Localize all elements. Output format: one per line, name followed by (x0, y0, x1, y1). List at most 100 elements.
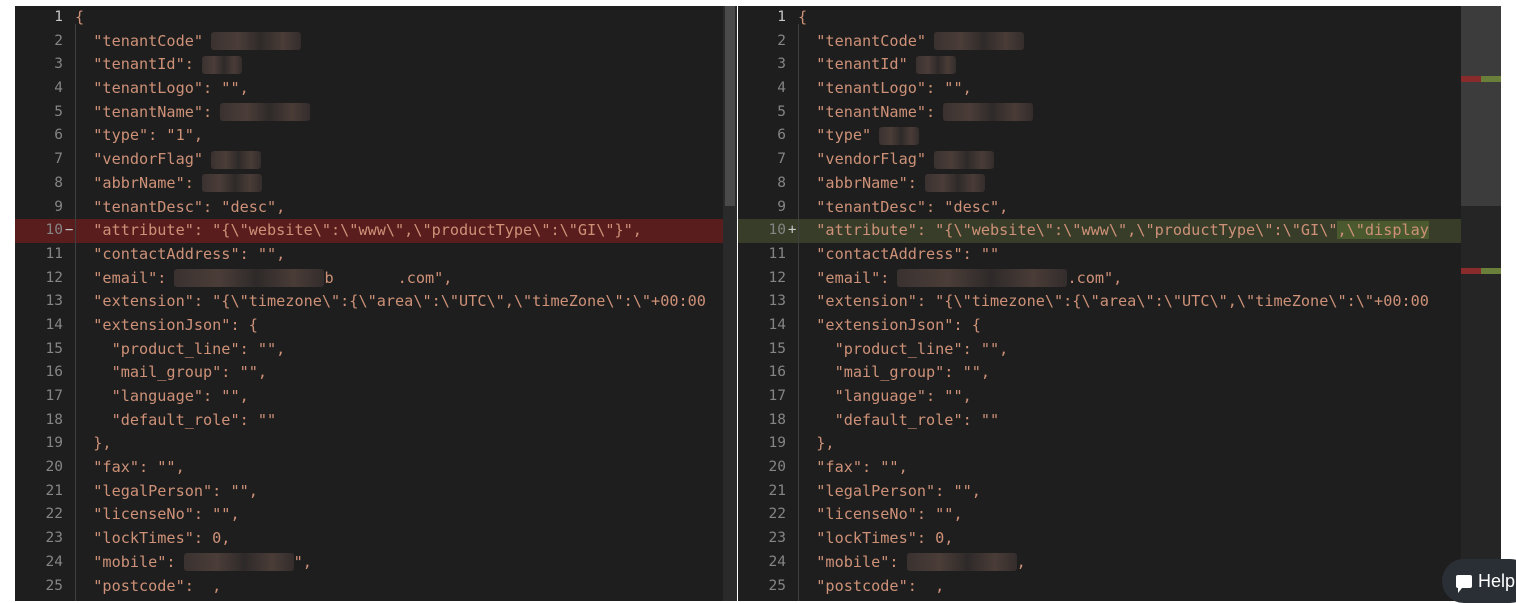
code-text: "postcode": , (798, 575, 944, 599)
line-number: 21 (768, 482, 786, 499)
redacted-value (211, 32, 302, 51)
code-content-tail: , (1016, 552, 1026, 571)
line-number: 11 (45, 245, 63, 262)
redacted-value (183, 553, 294, 572)
line-number: 17 (45, 388, 63, 404)
line-number: 3 (777, 56, 786, 73)
right-diff-pane[interactable]: 1{2 "tenantCode" 3 "tenantId" 4 "tenantLog… (738, 6, 1501, 601)
overview-removed-mark (1461, 76, 1481, 82)
line-number: 11 (768, 245, 786, 262)
diff-overview-ruler[interactable] (1461, 6, 1501, 601)
code-line: 11 "contactAddress": "", (15, 243, 737, 267)
line-number: 8 (54, 174, 63, 191)
code-line: 4 "tenantLogo": "", (738, 77, 1501, 101)
code-line: 5 "tenantName": (15, 101, 737, 125)
code-line: 23 "lockTimes": 0, (15, 527, 737, 551)
code-line: 22 "licenseNo": "", (738, 503, 1501, 527)
code-content: "licenseNo": "", (75, 505, 240, 524)
code-content: "attribute": "{\"website\":\"www\",\"pro… (798, 221, 1338, 240)
left-scrollbar[interactable] (723, 6, 737, 601)
code-text: "tenantDesc": "desc", (75, 196, 285, 220)
redacted-value (915, 55, 956, 74)
help-button[interactable]: Help (1442, 559, 1516, 603)
line-number: 2 (777, 32, 786, 49)
line-number: 23 (45, 530, 63, 547)
code-line: 14 "extensionJson": { (15, 314, 737, 338)
code-content-tail: , (193, 576, 222, 595)
code-line: 17 "language": "", (738, 385, 1501, 409)
code-content: "fax": "", (798, 458, 908, 477)
code-text: "vendorFlag" (798, 148, 995, 172)
code-text: "attribute": "{\"website\":\"www\",\"pro… (75, 219, 642, 243)
left-diff-pane[interactable]: 1{2 "tenantCode" 3 "tenantId": 4 "tenantLo… (15, 6, 737, 601)
code-line: 17 "language": "", (15, 385, 737, 409)
redacted-value (897, 269, 1068, 288)
line-number: 4 (777, 80, 786, 97)
code-line: 11 "contactAddress": "" (738, 243, 1501, 267)
line-number: 24 (45, 553, 63, 570)
code-content: "legalPerson": "", (798, 481, 981, 500)
code-line: 14 "extensionJson": { (738, 314, 1501, 338)
line-number: 2 (54, 32, 63, 49)
code-content: }, (75, 434, 112, 453)
line-number: 13 (768, 293, 786, 310)
line-number: 14 (768, 316, 786, 333)
code-content: "abbrName": (75, 173, 194, 192)
code-text: "legalPerson": "", (75, 480, 258, 504)
code-text: "legalPerson": "", (798, 480, 981, 504)
code-content: "tenantDesc": "desc", (798, 197, 1009, 216)
code-content: "mail_group": "", (75, 363, 268, 382)
line-number: 19 (768, 435, 786, 452)
code-text: "tenantLogo": "", (798, 77, 972, 101)
code-line: 6 "type" (738, 124, 1501, 148)
left-scrollbar-thumb[interactable] (725, 6, 735, 206)
code-text: "default_role": "" (798, 409, 1000, 433)
code-text: "email": b .com", (75, 267, 452, 291)
code-content: "tenantDesc": "desc", (75, 197, 286, 216)
line-number: 9 (54, 198, 63, 215)
code-text: { (798, 6, 807, 30)
code-text: "lockTimes": 0, (798, 527, 953, 551)
line-number: 20 (45, 459, 63, 476)
code-content: "tenantLogo": "", (798, 79, 972, 98)
line-number: 25 (768, 577, 786, 594)
line-number: 5 (54, 103, 63, 120)
code-text: "postcode": , (75, 575, 221, 599)
code-text: "extension": "{\"timezone\":{\"area\":\"… (798, 290, 1429, 314)
redacted-value (220, 103, 311, 122)
line-number: 16 (768, 364, 786, 381)
code-content: "email": (798, 268, 890, 287)
code-line: 2 "tenantCode" (15, 30, 737, 54)
redacted-value (934, 150, 995, 169)
code-content: "lockTimes": 0, (75, 529, 231, 548)
line-number: 15 (45, 340, 63, 357)
line-number: 9 (777, 198, 786, 215)
diff-removed-marker: − (65, 222, 74, 239)
code-text: "contactAddress": "" (798, 243, 999, 267)
code-text: "mail_group": "", (75, 361, 267, 385)
line-number: 18 (768, 411, 786, 428)
code-line: 15 "product_line": "", (738, 338, 1501, 362)
code-text: "type" (798, 124, 920, 148)
line-number: 16 (45, 364, 63, 381)
redacted-value (879, 126, 920, 145)
line-number: 20 (768, 459, 786, 476)
code-text: "tenantName": (798, 101, 1034, 125)
code-line: 20 "fax": "", (738, 456, 1501, 480)
code-text: "tenantId": (75, 53, 242, 77)
code-content: "type" (798, 126, 872, 145)
code-content: "product_line": "", (75, 339, 286, 358)
overview-removed-mark (1461, 268, 1481, 274)
code-line: 1{ (738, 6, 1501, 30)
diff-added-marker: + (788, 222, 797, 239)
code-content: "language": "", (75, 387, 249, 405)
code-content: "attribute": "{\"website\":\"www\",\"pro… (75, 221, 642, 240)
overview-scroll-thumb[interactable] (1461, 6, 1501, 206)
redacted-value (211, 150, 262, 169)
code-content: { (798, 8, 808, 26)
line-number: 1 (777, 9, 786, 25)
code-text: "vendorFlag" (75, 148, 262, 172)
redacted-value (943, 103, 1034, 122)
line-number: 13 (45, 293, 63, 310)
redacted-value (924, 174, 985, 193)
